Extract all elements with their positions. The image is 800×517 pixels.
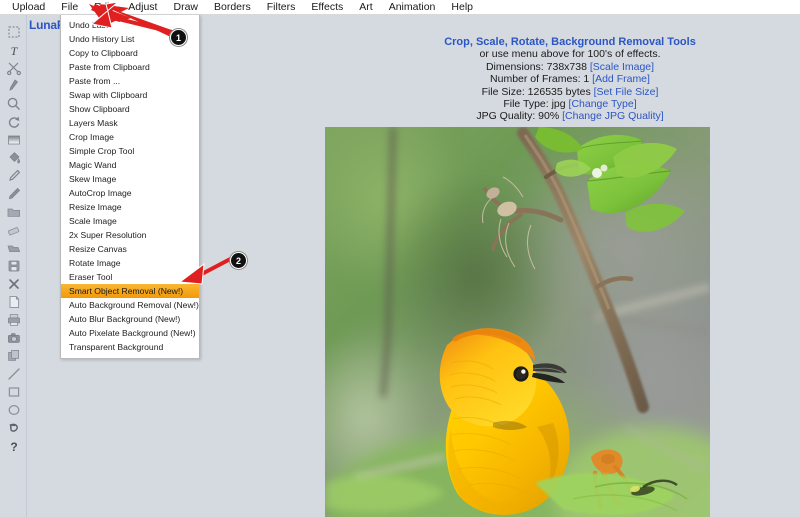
info-dimensions: Dimensions: 738x738 [Scale Image] bbox=[420, 61, 720, 73]
line-tool-icon[interactable] bbox=[0, 365, 27, 383]
menu-item-2x-super-resolution[interactable]: 2x Super Resolution bbox=[61, 228, 199, 242]
menu-item-scale-image[interactable]: Scale Image bbox=[61, 214, 199, 228]
paint-bucket-icon[interactable] bbox=[0, 149, 27, 167]
menu-item-auto-background-removal-new[interactable]: Auto Background Removal (New!) bbox=[61, 298, 199, 312]
new-page-icon[interactable] bbox=[0, 293, 27, 311]
info-jpg-quality: JPG Quality: 90% [Change JPG Quality] bbox=[420, 110, 720, 122]
set-file-size-link[interactable]: [Set File Size] bbox=[594, 86, 659, 98]
menu-file[interactable]: File bbox=[53, 0, 86, 14]
info-headline: Crop, Scale, Rotate, Background Removal … bbox=[420, 36, 720, 48]
svg-text:?: ? bbox=[10, 440, 17, 454]
filetype-label: File Type: bbox=[503, 98, 551, 110]
menu-item-show-clipboard[interactable]: Show Clipboard bbox=[61, 102, 199, 116]
ellipse-tool-icon[interactable] bbox=[0, 401, 27, 419]
folder-open-icon[interactable] bbox=[0, 203, 27, 221]
info-filetype: File Type: jpg [Change Type] bbox=[420, 98, 720, 110]
menu-borders[interactable]: Borders bbox=[206, 0, 259, 14]
edit-dropdown-menu[interactable]: Undo LastUndo History ListCopy to Clipbo… bbox=[60, 15, 200, 359]
open-file-icon[interactable] bbox=[0, 239, 27, 257]
menu-item-auto-pixelate-background-new[interactable]: Auto Pixelate Background (New!) bbox=[61, 326, 199, 340]
eraser-icon[interactable] bbox=[0, 221, 27, 239]
change-type-link[interactable]: [Change Type] bbox=[569, 98, 637, 110]
magnifier-zoom-icon[interactable] bbox=[0, 95, 27, 113]
gradient-tool-icon[interactable] bbox=[0, 131, 27, 149]
rotate-refresh-icon[interactable] bbox=[0, 113, 27, 131]
quality-label: JPG Quality: bbox=[476, 110, 538, 122]
info-filesize: File Size: 126535 bytes [Set File Size] bbox=[420, 86, 720, 98]
menu-item-copy-to-clipboard[interactable]: Copy to Clipboard bbox=[61, 46, 199, 60]
print-icon[interactable] bbox=[0, 311, 27, 329]
menu-effects[interactable]: Effects bbox=[303, 0, 351, 14]
menu-item-crop-image[interactable]: Crop Image bbox=[61, 130, 199, 144]
menu-item-skew-image[interactable]: Skew Image bbox=[61, 172, 199, 186]
image-canvas[interactable] bbox=[325, 127, 710, 517]
svg-text:T: T bbox=[10, 44, 18, 58]
eyedropper-icon[interactable] bbox=[0, 167, 27, 185]
menu-item-layers-mask[interactable]: Layers Mask bbox=[61, 116, 199, 130]
menu-help[interactable]: Help bbox=[443, 0, 481, 14]
callout-badge-1: 1 bbox=[170, 29, 187, 46]
callout-badge-2: 2 bbox=[230, 252, 247, 269]
quality-value: 90% bbox=[538, 110, 562, 122]
copy-layers-icon[interactable] bbox=[0, 347, 27, 365]
close-x-icon[interactable] bbox=[0, 275, 27, 293]
dimensions-value: 738x738 bbox=[547, 61, 590, 73]
camera-icon[interactable] bbox=[0, 329, 27, 347]
marquee-select-icon[interactable] bbox=[0, 23, 27, 41]
pencil-tool-icon[interactable] bbox=[0, 185, 27, 203]
rectangle-tool-icon[interactable] bbox=[0, 383, 27, 401]
frames-label: Number of Frames: bbox=[490, 73, 583, 85]
left-toolbar: T? bbox=[0, 15, 27, 517]
scale-image-link[interactable]: [Scale Image] bbox=[590, 61, 654, 73]
menu-animation[interactable]: Animation bbox=[381, 0, 444, 14]
filesize-label: File Size: bbox=[482, 86, 528, 98]
info-subline: or use menu above for 100's of effects. bbox=[420, 48, 720, 60]
change-jpg-quality-link[interactable]: [Change JPG Quality] bbox=[562, 110, 664, 122]
menu-item-magic-wand[interactable]: Magic Wand bbox=[61, 158, 199, 172]
menu-item-paste-from-clipboard[interactable]: Paste from Clipboard bbox=[61, 60, 199, 74]
filetype-value: jpg bbox=[552, 98, 569, 110]
info-frames: Number of Frames: 1 [Add Frame] bbox=[420, 73, 720, 85]
menu-filters[interactable]: Filters bbox=[259, 0, 304, 14]
add-frame-link[interactable]: [Add Frame] bbox=[592, 73, 650, 85]
menu-item-autocrop-image[interactable]: AutoCrop Image bbox=[61, 186, 199, 200]
image-info-panel: Crop, Scale, Rotate, Background Removal … bbox=[420, 36, 720, 123]
help-question-icon[interactable]: ? bbox=[0, 437, 27, 455]
menu-upload[interactable]: Upload bbox=[4, 0, 53, 14]
menu-item-swap-with-clipboard[interactable]: Swap with Clipboard bbox=[61, 88, 199, 102]
frames-value: 1 bbox=[583, 73, 592, 85]
menu-item-simple-crop-tool[interactable]: Simple Crop Tool bbox=[61, 144, 199, 158]
scissors-cut-icon[interactable] bbox=[0, 59, 27, 77]
menu-item-paste-from[interactable]: Paste from ... bbox=[61, 74, 199, 88]
menu-art[interactable]: Art bbox=[351, 0, 380, 14]
brush-tool-icon[interactable] bbox=[0, 77, 27, 95]
menu-item-resize-image[interactable]: Resize Image bbox=[61, 200, 199, 214]
menu-item-transparent-background[interactable]: Transparent Background bbox=[61, 340, 199, 354]
undo-arrow-icon[interactable] bbox=[0, 419, 27, 437]
filesize-value: 126535 bytes bbox=[528, 86, 594, 98]
save-disk-icon[interactable] bbox=[0, 257, 27, 275]
dimensions-label: Dimensions: bbox=[486, 61, 547, 73]
bird-photo bbox=[325, 127, 710, 517]
menu-item-auto-blur-background-new[interactable]: Auto Blur Background (New!) bbox=[61, 312, 199, 326]
text-tool-icon[interactable]: T bbox=[0, 41, 27, 59]
lunapic-editor-window: UploadFileEditAdjustDrawBordersFiltersEf… bbox=[0, 0, 800, 517]
